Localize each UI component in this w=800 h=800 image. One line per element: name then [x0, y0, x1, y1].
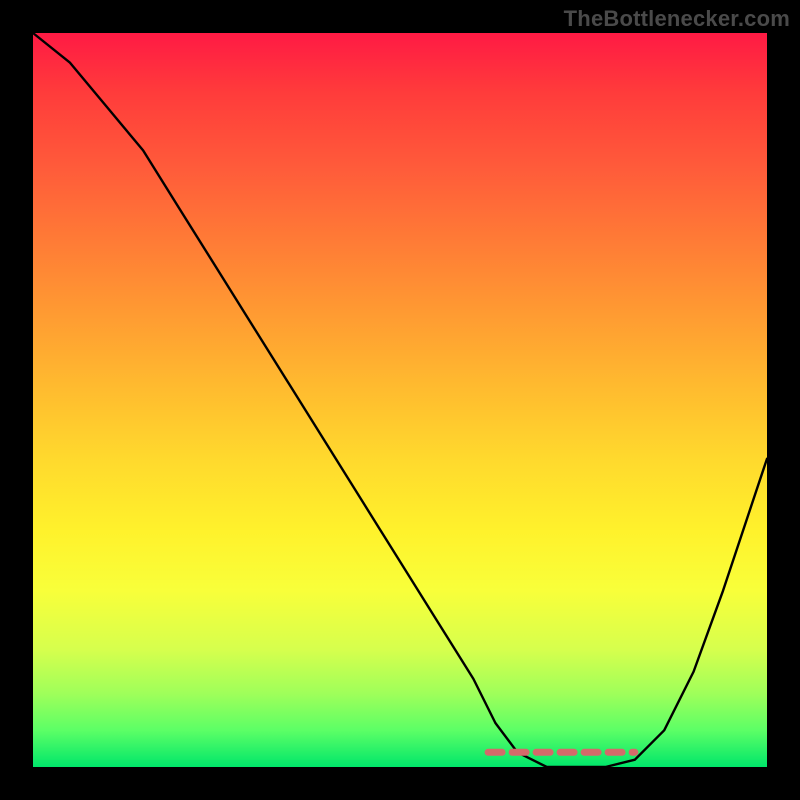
bottleneck-curve: [33, 33, 767, 767]
chart-frame: TheBottlenecker.com: [0, 0, 800, 800]
curve-layer: [33, 33, 767, 767]
watermark-text: TheBottlenecker.com: [564, 6, 790, 32]
plot-area: [33, 33, 767, 767]
